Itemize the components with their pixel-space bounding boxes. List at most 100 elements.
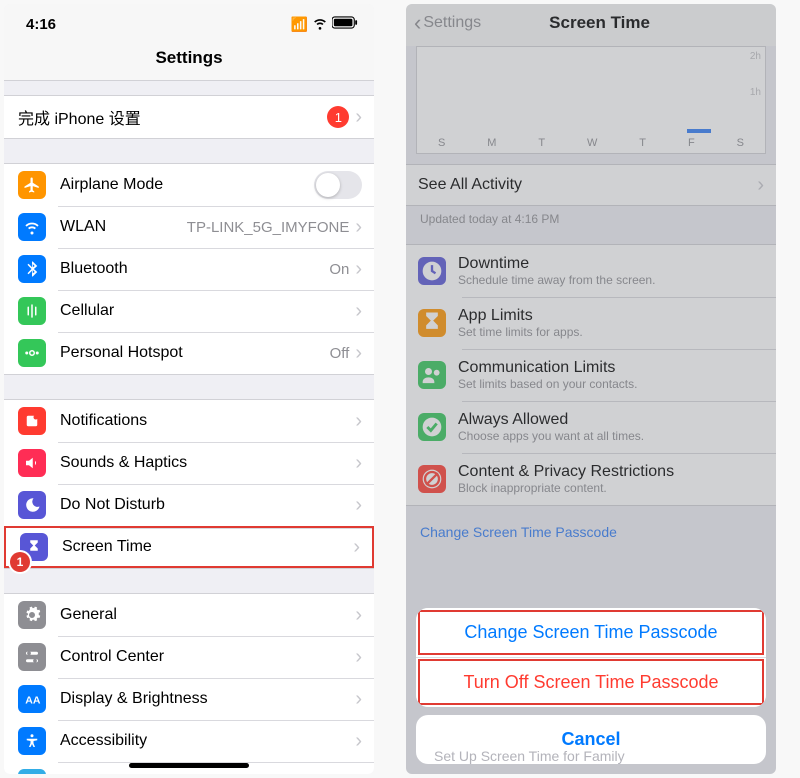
chart-y-2h: 2h [750,51,761,62]
day-s2: S [737,137,744,149]
chart-y-1h: 1h [750,87,761,98]
airplane-toggle[interactable] [314,171,362,199]
wlan-row[interactable]: WLAN TP-LINK_5G_IMYFONE › [4,206,374,248]
moon-icon [18,491,46,519]
content-desc: Block inappropriate content. [458,481,674,495]
downtime-desc: Schedule time away from the screen. [458,273,655,287]
cellular-icon [18,297,46,325]
home-indicator [129,763,249,768]
turn-off-passcode-button[interactable]: Turn Off Screen Time Passcode [416,657,766,707]
page-title: Settings [4,38,374,81]
status-bar: 4:16 📶 [4,4,374,38]
comm-limits-icon [418,361,446,389]
settings-screen: 4:16 📶 Settings 完成 iPhone 设置 1 › Airplan… [4,4,374,774]
notifications-label: Notifications [60,412,355,430]
switches-icon [18,643,46,671]
faded-family-row: Set Up Screen Time for Family [420,744,639,768]
finish-iphone-setup-row[interactable]: 完成 iPhone 设置 1 › [4,96,374,138]
screen-time-row[interactable]: Screen Time › [4,526,374,568]
change-passcode-link[interactable]: Change Screen Time Passcode [406,506,776,550]
dnd-label: Do Not Disturb [60,496,355,514]
chevron-left-icon: ‹ [414,10,421,36]
chevron-right-icon: › [355,343,362,363]
screen-time-screen: ‹ Settings Screen Time 2h 1h S M T W T F… [406,4,776,774]
day-w: W [587,137,597,149]
display-label: Display & Brightness [60,690,355,708]
airplane-icon [18,171,46,199]
display-row[interactable]: AA Display & Brightness › [4,678,374,720]
chevron-right-icon: › [757,175,764,195]
chevron-right-icon: › [355,647,362,667]
bluetooth-icon [18,255,46,283]
content-label: Content & Privacy Restrictions [458,463,674,481]
notifications-group: Notifications › Sounds & Haptics › Do No… [4,399,374,569]
see-all-activity-row[interactable]: See All Activity › [406,165,776,205]
chevron-right-icon: › [355,495,362,515]
nav-bar: ‹ Settings Screen Time [406,4,776,46]
sounds-label: Sounds & Haptics [60,454,355,472]
status-icons: 📶 [291,15,358,34]
accessibility-label: Accessibility [60,732,355,750]
screen-time-label: Screen Time [62,538,353,556]
wifi-icon [18,213,46,241]
page-title: Screen Time [431,13,768,33]
notifications-icon [18,407,46,435]
comm-limits-label: Communication Limits [458,359,637,377]
action-sheet: Change Screen Time Passcode Turn Off Scr… [416,608,766,764]
sounds-icon [18,449,46,477]
setup-badge: 1 [327,106,349,128]
wifi-icon [312,15,328,34]
downtime-row[interactable]: DowntimeSchedule time away from the scre… [406,245,776,297]
chevron-right-icon: › [355,411,362,431]
step-1-badge: 1 [10,552,30,572]
control-center-label: Control Center [60,648,355,666]
hotspot-row[interactable]: Personal Hotspot Off › [4,332,374,374]
prohibit-icon [418,465,446,493]
comm-limits-row[interactable]: Communication LimitsSet limits based on … [406,349,776,401]
day-t: T [538,137,545,149]
signal-icon: 📶 [291,16,308,33]
dnd-row[interactable]: Do Not Disturb › [4,484,374,526]
notifications-row[interactable]: Notifications › [4,400,374,442]
chart-bar-friday [687,129,711,133]
airplane-mode-row[interactable]: Airplane Mode [4,164,374,206]
cellular-row[interactable]: Cellular › [4,290,374,332]
chart-days: S M T W T F S [417,137,765,149]
always-allowed-label: Always Allowed [458,411,644,429]
chevron-right-icon: › [355,605,362,625]
bluetooth-label: Bluetooth [60,260,329,278]
svg-text:AA: AA [25,695,41,707]
change-passcode-button[interactable]: Change Screen Time Passcode [416,608,766,657]
sounds-row[interactable]: Sounds & Haptics › [4,442,374,484]
bluetooth-row[interactable]: Bluetooth On › [4,248,374,290]
chevron-right-icon: › [355,107,362,127]
chevron-right-icon: › [355,731,362,751]
setup-group: 完成 iPhone 设置 1 › [4,95,374,139]
general-row[interactable]: General › [4,594,374,636]
downtime-icon [418,257,446,285]
day-f: F [688,137,695,149]
wallpaper-icon [18,769,46,774]
hotspot-icon [18,339,46,367]
general-group: General › Control Center › AA Display & … [4,593,374,774]
general-label: General [60,606,355,624]
day-s: S [438,137,445,149]
wlan-label: WLAN [60,218,187,236]
chevron-right-icon: › [355,453,362,473]
app-limits-desc: Set time limits for apps. [458,325,583,339]
day-m: M [487,137,496,149]
control-center-row[interactable]: Control Center › [4,636,374,678]
cellular-label: Cellular [60,302,355,320]
hotspot-value: Off [330,345,350,362]
usage-chart[interactable]: 2h 1h S M T W T F S [416,46,766,154]
updated-label: Updated today at 4:16 PM [406,206,776,232]
chevron-right-icon: › [355,689,362,709]
app-limits-row[interactable]: App LimitsSet time limits for apps. [406,297,776,349]
content-restrictions-row[interactable]: Content & Privacy RestrictionsBlock inap… [406,453,776,505]
display-icon: AA [18,685,46,713]
always-allowed-row[interactable]: Always AllowedChoose apps you want at al… [406,401,776,453]
accessibility-icon [18,727,46,755]
chevron-right-icon: › [355,301,362,321]
accessibility-row[interactable]: Accessibility › [4,720,374,762]
status-time: 4:16 [26,16,56,33]
